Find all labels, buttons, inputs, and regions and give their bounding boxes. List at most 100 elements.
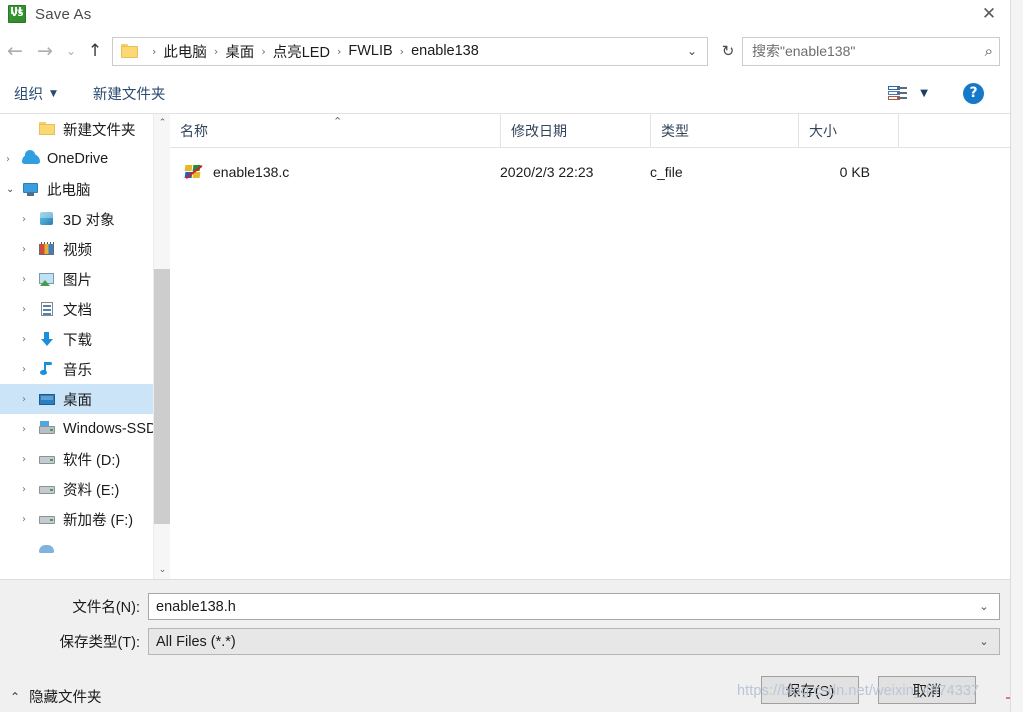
sidebar-item-drive-f[interactable]: › 新加卷 (F:) <box>0 504 170 534</box>
sidebar-item-music[interactable]: › 音乐 <box>0 354 170 384</box>
back-button-icon[interactable]: ← <box>0 36 30 66</box>
chevron-right-icon[interactable]: › <box>22 274 38 285</box>
sidebar-item-desktop[interactable]: › 桌面 <box>0 384 170 414</box>
command-bar: 组织 ▼ 新建文件夹 ▼ ? <box>0 74 1012 114</box>
hide-folders-toggle[interactable]: ⌃ 隐藏文件夹 <box>10 686 102 707</box>
drive-icon <box>38 481 56 497</box>
file-list-pane: 名称 ⌃ 修改日期 类型 大小 enable138.c 2020/2/3 22:… <box>170 114 1012 579</box>
column-header-label: 大小 <box>809 122 837 139</box>
address-chevron-down-icon[interactable]: ⌄ <box>677 44 707 58</box>
cloud-icon <box>22 150 40 167</box>
file-name: enable138.c <box>213 164 290 180</box>
sidebar-item-windows-ssd[interactable]: › Windows-SSD <box>0 414 170 444</box>
view-chevron-down-icon[interactable]: ▼ <box>920 88 928 99</box>
table-row[interactable]: enable138.c 2020/2/3 22:23 c_file 0 KB <box>170 157 1012 187</box>
sidebar-item-label: Windows-SSD <box>63 421 157 437</box>
breadcrumb-item-3[interactable]: FWLIB <box>348 43 392 59</box>
filename-row: 文件名(N): enable138.h ⌄ <box>0 593 1000 620</box>
sidebar-item-label: 桌面 <box>63 392 92 409</box>
sidebar-item-label: 3D 对象 <box>63 212 115 229</box>
column-header-label: 修改日期 <box>511 122 567 139</box>
help-icon[interactable]: ? <box>963 83 984 104</box>
column-header-size[interactable]: 大小 <box>798 114 898 147</box>
organize-button[interactable]: 组织 ▼ <box>14 83 57 104</box>
column-header-label: 类型 <box>661 122 689 139</box>
address-bar[interactable]: › 此电脑 › 桌面 › 点亮LED › FWLIB › enable138 ⌄ <box>112 36 708 66</box>
downloads-icon <box>38 331 56 347</box>
sidebar-item-new-folder[interactable]: 新建文件夹 <box>0 114 170 144</box>
sidebar-item-videos[interactable]: › 视频 <box>0 234 170 264</box>
scroll-down-icon[interactable]: ⌄ <box>154 561 170 579</box>
chevron-right-icon[interactable]: › <box>22 424 38 435</box>
title-bar: V5 Save As ✕ <box>0 0 1012 28</box>
chevron-right-icon[interactable]: › <box>22 214 38 225</box>
scrollbar-thumb[interactable] <box>154 269 170 524</box>
breadcrumb-item-4[interactable]: enable138 <box>411 43 479 59</box>
filename-input[interactable]: enable138.h ⌄ <box>148 593 1000 620</box>
breadcrumb-item-2[interactable]: 点亮LED <box>273 41 330 62</box>
chevron-right-icon[interactable]: › <box>22 334 38 345</box>
recent-locations-chevron-down-icon[interactable]: ⌄ <box>60 36 82 66</box>
new-folder-button[interactable]: 新建文件夹 <box>93 83 166 104</box>
sidebar-item-label: 新建文件夹 <box>63 122 136 139</box>
sidebar-item-label: 文档 <box>63 302 92 319</box>
chevron-right-icon[interactable]: › <box>6 154 22 165</box>
chevron-down-icon[interactable]: ⌄ <box>969 635 999 648</box>
chevron-down-icon[interactable]: ⌄ <box>6 184 22 195</box>
chevron-right-icon[interactable]: › <box>22 364 38 375</box>
sidebar-item-label: 此电脑 <box>47 182 91 199</box>
hide-folders-label: 隐藏文件夹 <box>29 690 102 706</box>
sidebar-item-downloads[interactable]: › 下载 <box>0 324 170 354</box>
sidebar-item-partial[interactable] <box>0 534 170 564</box>
search-box[interactable]: 搜索"enable138" ⌕ <box>742 36 1000 66</box>
pictures-icon <box>38 271 56 287</box>
chevron-right-icon[interactable]: › <box>22 514 38 525</box>
chevron-right-icon[interactable]: › <box>22 304 38 315</box>
chevron-right-icon[interactable]: › <box>22 454 38 465</box>
sidebar-item-label: 新加卷 (F:) <box>63 512 134 529</box>
view-options-icon[interactable] <box>888 86 908 101</box>
sidebar-item-label: 资料 (E:) <box>63 482 120 499</box>
file-date: 2020/2/3 22:23 <box>500 164 594 180</box>
refresh-icon[interactable]: ↻ <box>714 36 742 66</box>
filetype-label: 保存类型(T): <box>59 635 140 651</box>
breadcrumb-separator-4: › <box>399 44 405 58</box>
sidebar-item-pictures[interactable]: › 图片 <box>0 264 170 294</box>
documents-icon <box>38 301 56 317</box>
chevron-right-icon[interactable]: › <box>22 484 38 495</box>
breadcrumb-item-0[interactable]: 此电脑 <box>163 41 207 62</box>
sidebar-item-drive-e[interactable]: › 资料 (E:) <box>0 474 170 504</box>
breadcrumb-separator-2: › <box>261 44 266 58</box>
column-header-name[interactable]: 名称 ⌃ <box>170 114 500 147</box>
breadcrumb-separator-3: › <box>336 44 342 58</box>
up-one-level-icon[interactable]: ↑ <box>82 36 108 66</box>
breadcrumb-item-1[interactable]: 桌面 <box>225 41 254 62</box>
sidebar-item-onedrive[interactable]: › OneDrive <box>0 144 170 174</box>
ssd-drive-icon <box>38 421 56 437</box>
column-headers: 名称 ⌃ 修改日期 类型 大小 <box>170 114 1012 148</box>
search-input[interactable]: 搜索"enable138" <box>752 41 985 61</box>
chevron-down-icon[interactable]: ⌄ <box>969 600 999 613</box>
sidebar-item-label: OneDrive <box>47 151 109 167</box>
close-icon[interactable]: ✕ <box>966 0 1012 28</box>
chevron-right-icon[interactable]: › <box>22 394 38 405</box>
column-header-date[interactable]: 修改日期 <box>500 114 650 147</box>
sidebar-scrollbar[interactable]: ⌃ ⌄ <box>153 114 170 579</box>
file-size: 0 KB <box>839 164 870 180</box>
scroll-up-icon[interactable]: ⌃ <box>154 114 170 132</box>
sidebar-item-3d-objects[interactable]: › 3D 对象 <box>0 204 170 234</box>
forward-button-icon[interactable]: → <box>30 36 60 66</box>
window-title: Save As <box>35 5 92 23</box>
sidebar-item-documents[interactable]: › 文档 <box>0 294 170 324</box>
chevron-down-icon: ▼ <box>50 88 57 99</box>
column-header-type[interactable]: 类型 <box>650 114 798 147</box>
filetype-select[interactable]: All Files (*.*) ⌄ <box>148 628 1000 655</box>
window-edge-strip <box>1010 0 1023 712</box>
chevron-right-icon[interactable]: › <box>22 244 38 255</box>
app-icon-text: V5 <box>10 9 24 19</box>
save-as-dialog: V5 Save As ✕ ← → ⌄ ↑ › 此电脑 › 桌面 › 点亮LED … <box>0 0 1023 712</box>
sidebar-item-this-pc[interactable]: ⌄ 此电脑 <box>0 174 170 204</box>
watermark-text: https://blog.csdn.net/weixin_4874337 <box>737 683 980 699</box>
sidebar-item-drive-d[interactable]: › 软件 (D:) <box>0 444 170 474</box>
sidebar-item-label: 视频 <box>63 242 92 259</box>
